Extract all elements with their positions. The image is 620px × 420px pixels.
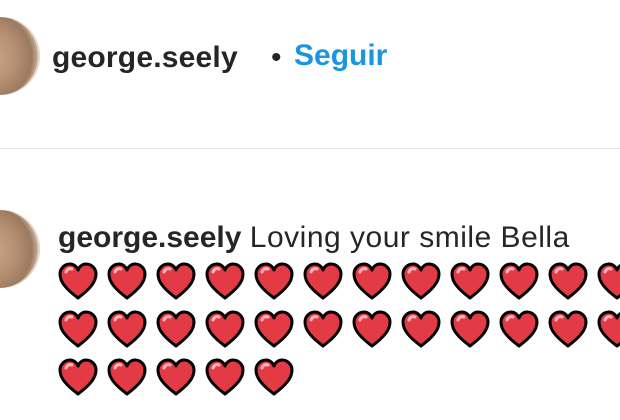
heart-icon bbox=[156, 310, 196, 350]
separator-dot: • bbox=[271, 41, 282, 74]
heart-icon bbox=[156, 262, 196, 302]
heart-icon bbox=[107, 358, 147, 398]
heart-icon bbox=[303, 262, 343, 302]
heart-icon bbox=[205, 310, 245, 350]
follow-button[interactable]: Seguir bbox=[294, 36, 387, 76]
heart-icon bbox=[58, 262, 98, 302]
heart-icon bbox=[205, 262, 245, 302]
heart-icon bbox=[107, 310, 147, 350]
heart-icon bbox=[548, 262, 588, 302]
heart-icon bbox=[597, 262, 620, 302]
heart-icon bbox=[254, 262, 294, 302]
heart-emoji-list bbox=[58, 260, 620, 404]
post-header: george.seely • Seguir bbox=[0, 0, 620, 148]
heart-icon bbox=[450, 310, 490, 350]
heart-icon bbox=[597, 310, 620, 350]
heart-icon bbox=[450, 262, 490, 302]
heart-icon bbox=[254, 310, 294, 350]
heart-row bbox=[58, 356, 620, 404]
heart-icon bbox=[352, 262, 392, 302]
comment-text: Loving your smile Bella bbox=[249, 221, 570, 254]
heart-icon bbox=[499, 310, 539, 350]
user-avatar[interactable] bbox=[0, 17, 40, 95]
heart-icon bbox=[303, 310, 343, 350]
heart-icon bbox=[499, 262, 539, 302]
heart-icon bbox=[254, 358, 294, 398]
divider bbox=[0, 148, 620, 149]
heart-row bbox=[58, 260, 620, 308]
comment-line: george.seely Loving your smile Bella bbox=[58, 218, 570, 258]
heart-icon bbox=[58, 358, 98, 398]
heart-icon bbox=[58, 310, 98, 350]
heart-row bbox=[58, 308, 620, 356]
heart-icon bbox=[401, 262, 441, 302]
heart-icon bbox=[548, 310, 588, 350]
heart-icon bbox=[156, 358, 196, 398]
header-username[interactable]: george.seely bbox=[52, 38, 238, 78]
heart-icon bbox=[352, 310, 392, 350]
comment-avatar[interactable] bbox=[0, 210, 40, 288]
heart-icon bbox=[401, 310, 441, 350]
comment-username[interactable]: george.seely bbox=[58, 221, 241, 254]
heart-icon bbox=[205, 358, 245, 398]
heart-icon bbox=[107, 262, 147, 302]
